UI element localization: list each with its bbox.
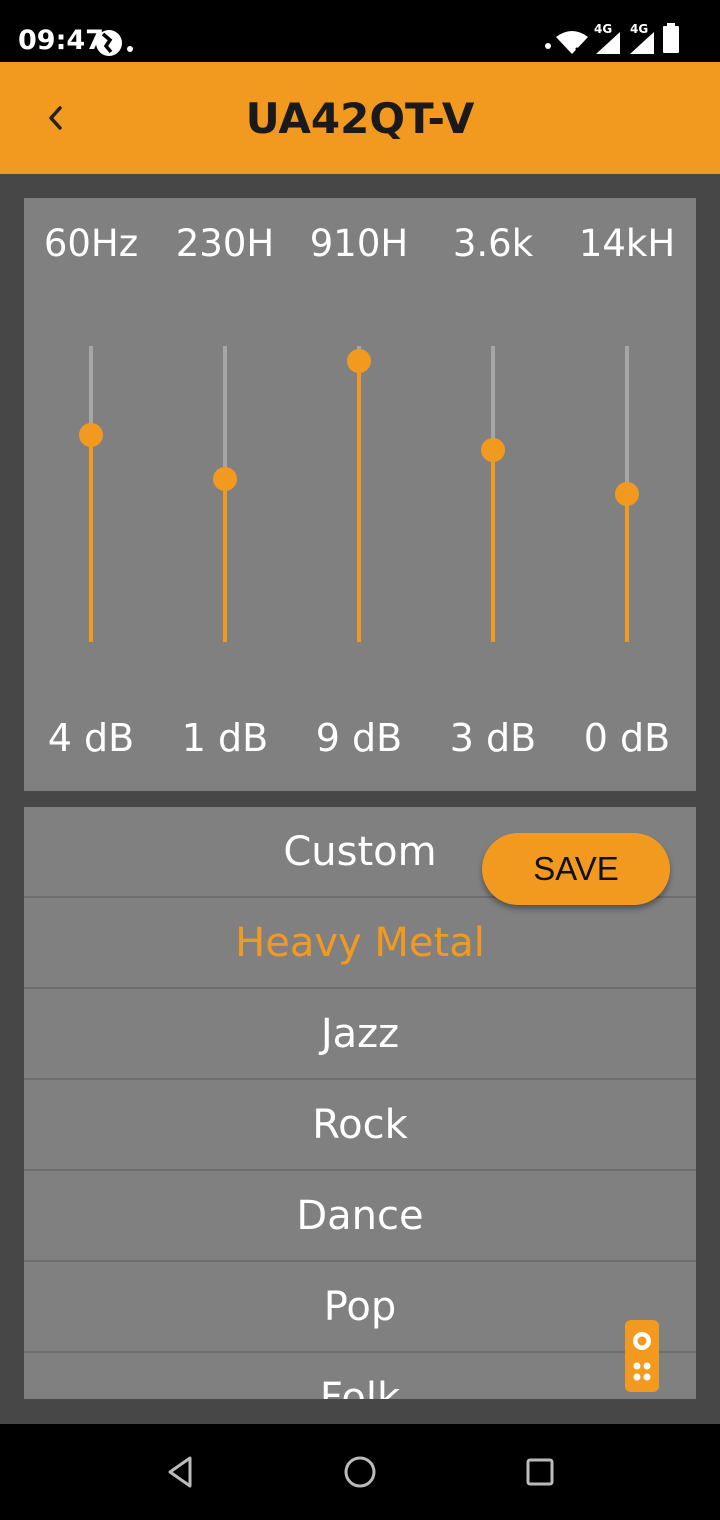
app-notification-icon bbox=[96, 30, 122, 56]
signal-icon-1 bbox=[596, 32, 620, 54]
eq-slider-fill bbox=[491, 449, 495, 642]
notification-dot-icon bbox=[127, 46, 133, 52]
eq-slider-fill bbox=[89, 434, 93, 642]
status-bar: 09:47 4G 4G bbox=[0, 0, 720, 62]
eq-gain-label: 9 dB bbox=[315, 716, 403, 760]
triangle-back-icon[interactable] bbox=[156, 1448, 204, 1496]
eq-slider-track[interactable] bbox=[615, 346, 639, 642]
remote-control-button[interactable] bbox=[625, 1320, 659, 1392]
eq-gain-label: 3 dB bbox=[449, 716, 537, 760]
eq-slider-fill bbox=[357, 360, 361, 642]
eq-band-60hz: 60Hz 4 dB bbox=[24, 198, 158, 791]
eq-frequency-label: 910H bbox=[309, 222, 409, 265]
page-title: UA42QT-V bbox=[245, 94, 475, 143]
eq-slider-track[interactable] bbox=[481, 346, 505, 642]
remote-control-icon bbox=[633, 1332, 651, 1381]
eq-band-3-6khz: 3.6k 3 dB bbox=[426, 198, 560, 791]
eq-slider-thumb[interactable] bbox=[79, 422, 103, 447]
wifi-icon bbox=[556, 31, 588, 54]
save-button[interactable]: SAVE bbox=[482, 833, 670, 905]
status-icons: 4G 4G bbox=[544, 22, 704, 56]
circle-home-icon[interactable] bbox=[336, 1448, 384, 1496]
square-recents-icon[interactable] bbox=[516, 1448, 564, 1496]
eq-slider-track[interactable] bbox=[347, 346, 371, 642]
eq-gain-label: 1 dB bbox=[181, 716, 269, 760]
eq-frequency-label: 3.6k bbox=[452, 222, 534, 265]
eq-slider-fill bbox=[625, 494, 629, 642]
eq-gain-label: 0 dB bbox=[583, 716, 671, 760]
eq-gain-label: 4 dB bbox=[47, 716, 135, 760]
eq-frequency-label: 14kH bbox=[578, 222, 676, 265]
eq-band-910hz: 910H 9 dB bbox=[292, 198, 426, 791]
eq-slider-track[interactable] bbox=[79, 346, 103, 642]
preset-item-jazz[interactable]: Jazz bbox=[24, 989, 696, 1079]
eq-band-14khz: 14kH 0 dB bbox=[560, 198, 694, 791]
eq-slider-track[interactable] bbox=[213, 346, 237, 642]
eq-slider-thumb[interactable] bbox=[615, 482, 639, 506]
system-nav-bar bbox=[0, 1424, 720, 1520]
signal-icon-2 bbox=[630, 32, 654, 54]
eq-slider-thumb[interactable] bbox=[347, 348, 371, 373]
equalizer-panel: 60Hz 4 dB 230H 1 dB 910H 9 dB 3.6k 3 dB … bbox=[24, 198, 696, 791]
preset-item-rock[interactable]: Rock bbox=[24, 1080, 696, 1170]
preset-item-heavy-metal[interactable]: Heavy Metal bbox=[24, 898, 696, 988]
eq-band-230hz: 230H 1 dB bbox=[158, 198, 292, 791]
eq-slider-fill bbox=[223, 479, 227, 642]
status-dot-icon bbox=[545, 43, 551, 49]
eq-slider-thumb[interactable] bbox=[481, 437, 505, 462]
eq-frequency-label: 230H bbox=[175, 222, 275, 265]
eq-slider-thumb[interactable] bbox=[213, 467, 237, 492]
preset-item-dance[interactable]: Dance bbox=[24, 1171, 696, 1261]
eq-frequency-label: 60Hz bbox=[43, 222, 139, 265]
preset-item-folk[interactable]: Folk bbox=[24, 1353, 696, 1399]
status-time: 09:47 bbox=[18, 25, 104, 56]
app-bar: UA42QT-V bbox=[0, 62, 720, 174]
battery-icon bbox=[663, 23, 679, 53]
preset-item-pop[interactable]: Pop bbox=[24, 1262, 696, 1352]
